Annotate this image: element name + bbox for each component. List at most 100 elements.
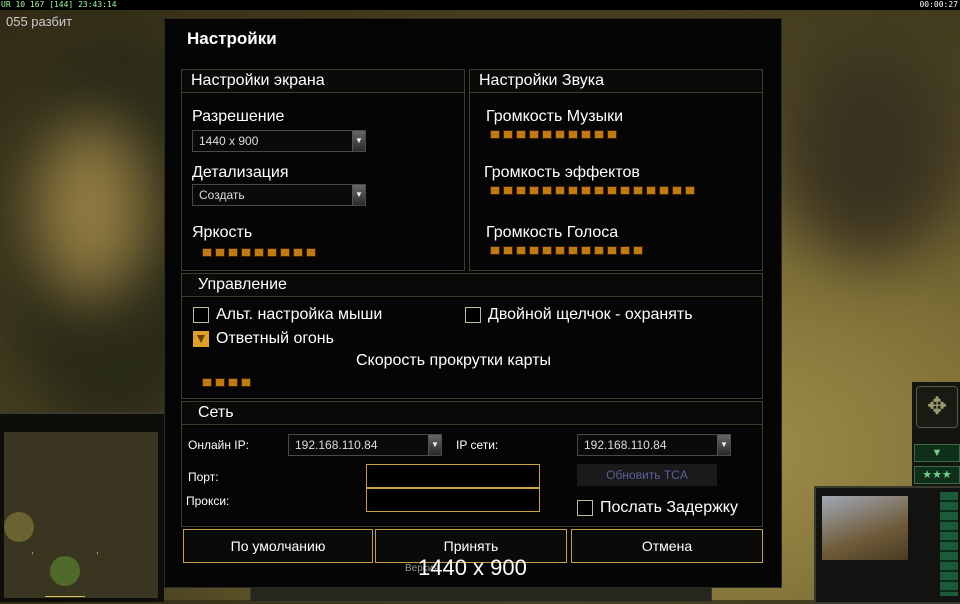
- brightness-slider[interactable]: [202, 248, 342, 257]
- slider-segment: [241, 378, 251, 387]
- online-ip-label: Онлайн IP:: [188, 438, 249, 452]
- resolution-dropdown[interactable]: 1440 x 900 ▼: [192, 130, 366, 152]
- send-delay-label: Послать Задержку: [600, 499, 738, 516]
- slider-segment: [228, 248, 238, 257]
- minimap-view-frame[interactable]: [32, 552, 98, 597]
- slider-segment: [503, 130, 513, 139]
- slider-segment: [555, 246, 565, 255]
- top-status-bar: UR 10 167 [144] 23:43:14 00:00:27: [0, 0, 960, 10]
- chevron-down-icon[interactable]: ▼: [428, 435, 441, 455]
- command-sidebar: ✥ ▼ ★★★: [912, 382, 960, 492]
- slider-segment: [581, 246, 591, 255]
- online-ip-dropdown[interactable]: 192.168.110.84 ▼: [288, 434, 442, 456]
- compass-icon[interactable]: ✥: [916, 386, 958, 428]
- screen-settings-group: Настройки экрана Разрешение 1440 x 900 ▼…: [181, 69, 465, 271]
- health-bar: [940, 492, 958, 596]
- double-click-checkbox[interactable]: [465, 307, 481, 323]
- slider-segment: [503, 246, 513, 255]
- slider-segment: [490, 186, 500, 195]
- port-input[interactable]: [366, 464, 540, 488]
- status-message: 055 разбит: [6, 14, 73, 29]
- detail-value: Создать: [199, 188, 245, 202]
- resolution-label: Разрешение: [192, 108, 285, 125]
- lan-ip-dropdown[interactable]: 192.168.110.84 ▼: [577, 434, 731, 456]
- slider-segment: [516, 246, 526, 255]
- proxy-label: Прокси:: [186, 494, 230, 508]
- chevron-down-icon[interactable]: ▼: [717, 435, 730, 455]
- slider-segment: [490, 130, 500, 139]
- lan-ip-value: 192.168.110.84: [584, 438, 667, 452]
- rank-stars-button[interactable]: ★★★: [914, 466, 960, 484]
- collapse-button[interactable]: ▼: [914, 444, 960, 462]
- detail-dropdown[interactable]: Создать ▼: [192, 184, 366, 206]
- chevron-down-icon[interactable]: ▼: [352, 185, 365, 205]
- effects-volume-slider[interactable]: [490, 186, 710, 195]
- default-button[interactable]: По умолчанию: [183, 529, 373, 563]
- slider-segment: [568, 186, 578, 195]
- sound-settings-header: Настройки Звука: [470, 70, 762, 93]
- chevron-down-icon[interactable]: ▼: [352, 131, 365, 151]
- slider-segment: [529, 130, 539, 139]
- slider-segment: [542, 130, 552, 139]
- return-fire-checkbox[interactable]: [193, 331, 209, 347]
- scroll-speed-label: Скорость прокрутки карты: [356, 352, 552, 369]
- resolution-value: 1440 x 900: [199, 134, 259, 148]
- cancel-button[interactable]: Отмена: [571, 529, 763, 563]
- slider-segment: [529, 246, 539, 255]
- return-fire-label: Ответный огонь: [216, 330, 334, 347]
- minimap[interactable]: [0, 412, 164, 602]
- minimap-terrain[interactable]: [4, 432, 158, 598]
- music-volume-label: Громкость Музыки: [486, 108, 624, 125]
- unit-portrait[interactable]: [822, 496, 908, 560]
- slider-segment: [555, 186, 565, 195]
- terrain-light: [30, 120, 150, 300]
- slider-segment: [633, 246, 643, 255]
- slider-segment: [542, 186, 552, 195]
- network-settings-heading: Сеть: [198, 404, 234, 421]
- slider-segment: [620, 186, 630, 195]
- slider-segment: [633, 186, 643, 195]
- slider-segment: [267, 248, 277, 257]
- alt-mouse-checkbox[interactable]: [193, 307, 209, 323]
- slider-segment: [490, 246, 500, 255]
- slider-segment: [607, 130, 617, 139]
- double-click-label: Двойной щелчок - охранять: [488, 306, 693, 323]
- update-tca-button[interactable]: Обновить TCA: [577, 464, 717, 486]
- screen-settings-header: Настройки экрана: [182, 70, 464, 93]
- slider-segment: [503, 186, 513, 195]
- slider-segment: [228, 378, 238, 387]
- slider-segment: [202, 378, 212, 387]
- slider-segment: [542, 246, 552, 255]
- terrain-right: [780, 40, 960, 260]
- sound-settings-heading: Настройки Звука: [479, 72, 604, 89]
- send-delay-checkbox[interactable]: [577, 500, 593, 516]
- fps-stats: UR 10 167 [144] 23:43:14: [1, 0, 117, 9]
- slider-segment: [581, 130, 591, 139]
- scroll-speed-slider[interactable]: [202, 378, 282, 387]
- slider-segment: [672, 186, 682, 195]
- proxy-input[interactable]: [366, 488, 540, 512]
- slider-segment: [568, 246, 578, 255]
- network-settings-header: Сеть: [182, 402, 762, 425]
- sound-settings-group: Настройки Звука Громкость Музыки Громкос…: [469, 69, 763, 271]
- slider-segment: [620, 246, 630, 255]
- slider-segment: [685, 186, 695, 195]
- control-settings-header: Управление: [182, 274, 762, 297]
- slider-segment: [215, 378, 225, 387]
- minimap-blob: [4, 512, 34, 542]
- port-label: Порт:: [188, 470, 219, 484]
- unit-portrait-panel: [814, 486, 960, 604]
- slider-segment: [280, 248, 290, 257]
- dialog-title: Настройки: [187, 29, 277, 48]
- slider-segment: [594, 186, 604, 195]
- slider-segment: [607, 246, 617, 255]
- music-volume-slider[interactable]: [490, 130, 690, 139]
- slider-segment: [202, 248, 212, 257]
- slider-segment: [594, 130, 604, 139]
- control-settings-heading: Управление: [198, 276, 287, 293]
- screen-settings-heading: Настройки экрана: [191, 72, 325, 89]
- network-settings-group: Сеть Онлайн IP: 192.168.110.84 ▼ IP сети…: [181, 401, 763, 527]
- slider-segment: [516, 130, 526, 139]
- voice-volume-slider[interactable]: [490, 246, 690, 255]
- slider-segment: [516, 186, 526, 195]
